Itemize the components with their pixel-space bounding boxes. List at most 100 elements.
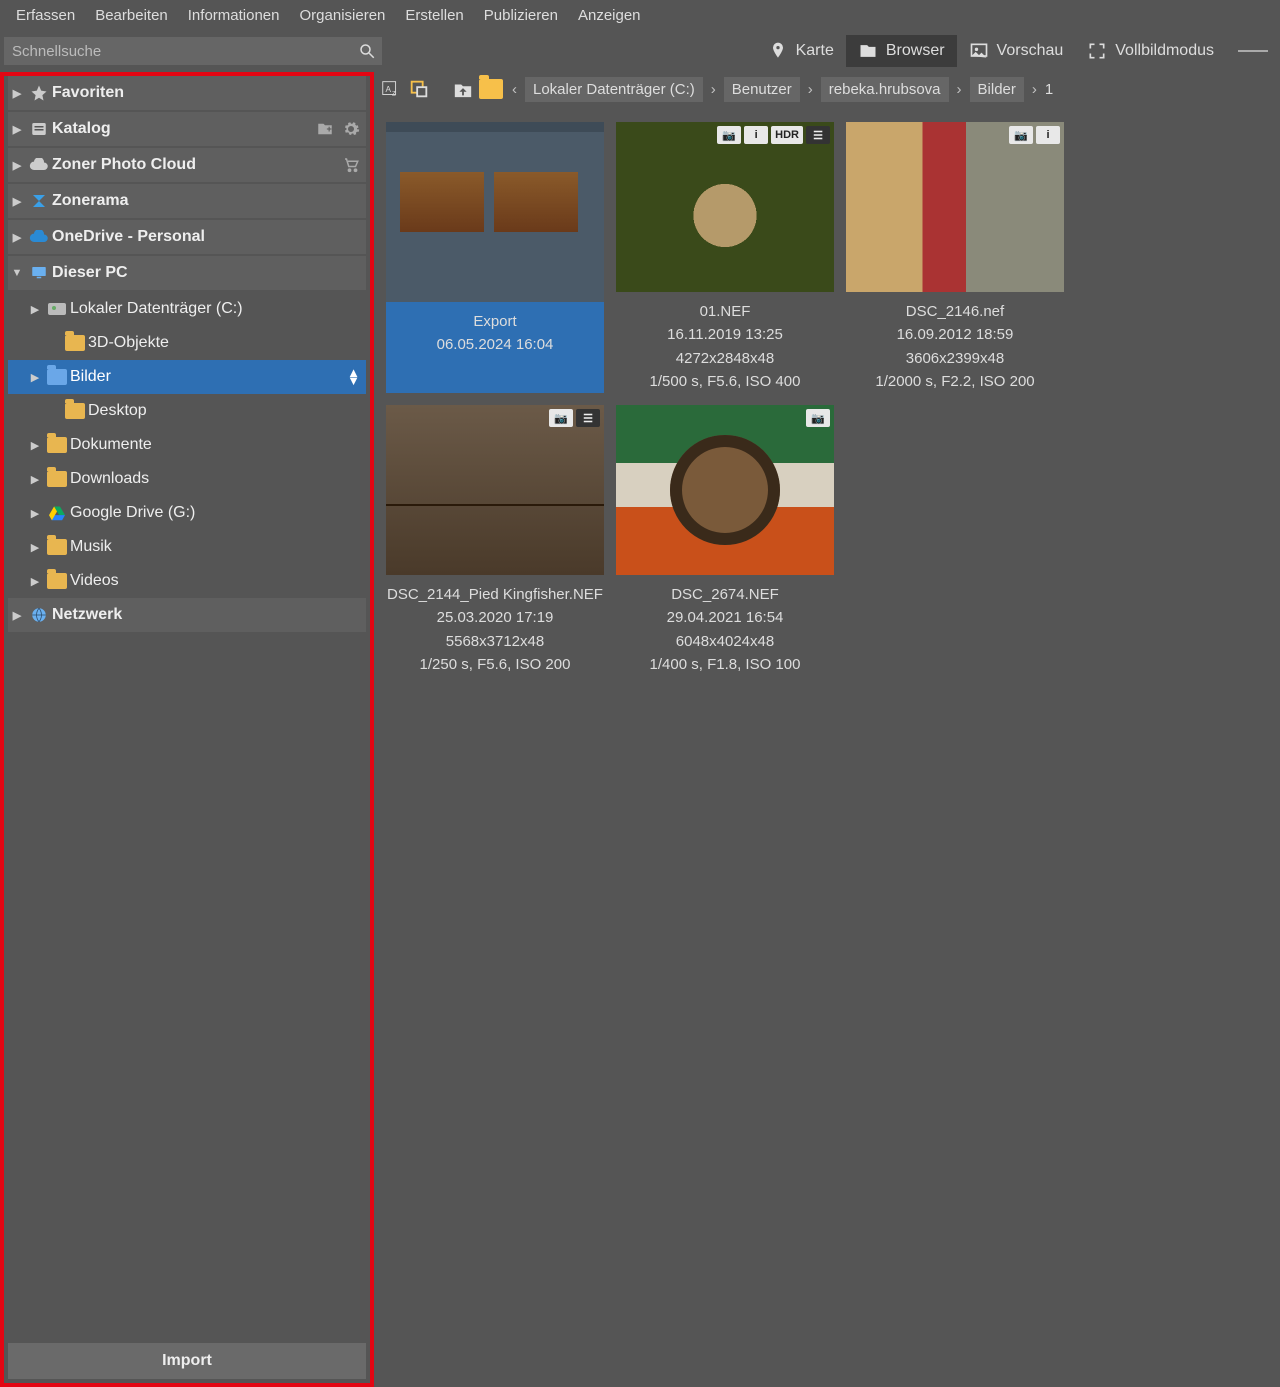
sidebar-item-bilder[interactable]: ▶ Bilder ▲▼ [8, 360, 366, 394]
mode-karte[interactable]: Karte [756, 35, 846, 67]
chevron-down-icon[interactable]: ▼ [8, 267, 26, 279]
content-area: AZ ‹ Lokaler Datenträger (C:) › Benutzer… [374, 72, 1280, 1387]
sidebar-label: Favoriten [52, 84, 360, 102]
camera-badge-icon: 📷 [717, 126, 741, 144]
sidebar-item-musik[interactable]: ▶ Musik [8, 530, 366, 564]
item-dsc-2144[interactable]: 📷 ☰ DSC_2144_Pied Kingfisher.NEF 25.03.2… [386, 405, 604, 676]
breadcrumb-seg-tail[interactable]: 1 [1045, 81, 1053, 98]
sidebar-item-onedrive[interactable]: ▶ OneDrive - Personal [8, 220, 366, 254]
sidebar-label: Musik [70, 538, 360, 556]
sidebar-item-dokumente[interactable]: ▶ Dokumente [8, 428, 366, 462]
breadcrumb-seg-bilder[interactable]: Bilder [970, 77, 1024, 102]
item-caption: DSC_2146.nef 16.09.2012 18:59 3606x2399x… [875, 300, 1034, 393]
item-export-folder[interactable]: Export 06.05.2024 16:04 [386, 122, 604, 393]
item-dsc-2674[interactable]: 📷 DSC_2674.NEF 29.04.2021 16:54 6048x402… [616, 405, 834, 676]
chevron-right-icon[interactable]: ▶ [26, 541, 44, 554]
up-folder-icon[interactable] [450, 76, 476, 102]
menu-bar: Erfassen Bearbeiten Informationen Organi… [0, 0, 1280, 30]
menu-informationen[interactable]: Informationen [178, 3, 290, 28]
breadcrumb-seg-user[interactable]: rebeka.hrubsova [821, 77, 949, 102]
menu-erfassen[interactable]: Erfassen [6, 3, 85, 28]
mode-browser[interactable]: Browser [846, 35, 957, 67]
sidebar-item-desktop[interactable]: Desktop [8, 394, 366, 428]
hdr-badge: HDR [771, 126, 803, 144]
sidebar-item-zoner-cloud[interactable]: ▶ Zoner Photo Cloud [8, 148, 366, 182]
onedrive-icon [26, 230, 52, 244]
svg-text:A: A [386, 85, 392, 94]
chevron-right-icon[interactable]: ▶ [8, 87, 26, 100]
sidebar-label: Desktop [88, 402, 360, 420]
folder-icon [44, 471, 70, 487]
thumbnail: 📷 i HDR ☰ [616, 122, 834, 292]
search-input[interactable] [4, 37, 382, 65]
cloud-icon [26, 158, 52, 172]
camera-badge-icon: 📷 [1009, 126, 1033, 144]
folder-thumb [386, 122, 604, 302]
item-dsc-2146[interactable]: 📷 i DSC_2146.nef 16.09.2012 18:59 3606x2… [846, 122, 1064, 393]
item-caption: DSC_2674.NEF 29.04.2021 16:54 6048x4024x… [650, 583, 801, 676]
sidebar-item-c-drive[interactable]: ▶ Lokaler Datenträger (C:) [8, 292, 366, 326]
svg-text:+: + [327, 124, 332, 134]
sidebar-label: Netzwerk [52, 606, 360, 624]
import-button[interactable]: Import [8, 1343, 366, 1379]
select-icon[interactable] [406, 76, 432, 102]
toolbar-divider [1238, 50, 1268, 52]
sidebar-item-netzwerk[interactable]: ▶ Netzwerk [8, 598, 366, 632]
sidebar-item-katalog[interactable]: ▶ Katalog + [8, 112, 366, 146]
menu-anzeigen[interactable]: Anzeigen [568, 3, 651, 28]
chevron-right-icon[interactable]: ▶ [26, 507, 44, 520]
chevron-right-icon[interactable]: ▶ [26, 303, 44, 316]
sidebar-item-3d-objekte[interactable]: 3D-Objekte [8, 326, 366, 360]
chevron-right-icon[interactable]: ▶ [26, 575, 44, 588]
mode-vorschau-label: Vorschau [997, 42, 1064, 60]
chevron-right-icon[interactable]: ▶ [8, 231, 26, 244]
sidebar-label: Google Drive (G:) [70, 504, 360, 522]
sort-icon[interactable]: ▲▼ [347, 369, 360, 385]
chevron-right-icon[interactable]: ▶ [8, 195, 26, 208]
sidebar-label: Dieser PC [52, 264, 360, 282]
camera-badge-icon: 📷 [549, 409, 573, 427]
menu-publizieren[interactable]: Publizieren [474, 3, 568, 28]
item-01-nef[interactable]: 📷 i HDR ☰ 01.NEF 16.11.2019 13:25 4272x2… [616, 122, 834, 393]
menu-bearbeiten[interactable]: Bearbeiten [85, 3, 178, 28]
sliders-badge-icon: ☰ [576, 409, 600, 427]
breadcrumb-seg-benutzer[interactable]: Benutzer [724, 77, 800, 102]
breadcrumb-seg-c[interactable]: Lokaler Datenträger (C:) [525, 77, 703, 102]
folder-icon [62, 335, 88, 351]
navigator-tree: ▶ Favoriten ▶ Katalog + ▶ Zoner [0, 72, 374, 1343]
sidebar-item-dieser-pc[interactable]: ▼ Dieser PC [8, 256, 366, 290]
chevron-right-icon[interactable]: ▶ [26, 473, 44, 486]
chevron-right-icon[interactable]: ▶ [8, 159, 26, 172]
chevron-right-icon[interactable]: ▶ [8, 123, 26, 136]
sort-az-icon[interactable]: AZ [378, 76, 404, 102]
sidebar: ▶ Favoriten ▶ Katalog + ▶ Zoner [0, 72, 374, 1387]
sidebar-item-favoriten[interactable]: ▶ Favoriten [8, 76, 366, 110]
thumbnail: 📷 i [846, 122, 1064, 292]
search-icon[interactable] [358, 42, 376, 60]
info-badge-icon: i [744, 126, 768, 144]
mode-vollbild[interactable]: Vollbildmodus [1075, 35, 1226, 67]
folder-icon [44, 539, 70, 555]
breadcrumb-sep: › [951, 81, 968, 98]
sidebar-item-downloads[interactable]: ▶ Downloads [8, 462, 366, 496]
sidebar-item-gdrive[interactable]: ▶ Google Drive (G:) [8, 496, 366, 530]
cart-icon[interactable] [342, 156, 360, 174]
sidebar-item-videos[interactable]: ▶ Videos [8, 564, 366, 598]
gear-icon[interactable] [342, 120, 360, 138]
chevron-right-icon[interactable]: ▶ [26, 371, 44, 384]
toolbar: Karte Browser Vorschau Vollbildmodus [0, 30, 1280, 72]
menu-organisieren[interactable]: Organisieren [290, 3, 396, 28]
chevron-right-icon[interactable]: ▶ [8, 609, 26, 622]
mode-vorschau[interactable]: Vorschau [957, 35, 1076, 67]
sidebar-label: Dokumente [70, 436, 360, 454]
menu-erstellen[interactable]: Erstellen [395, 3, 473, 28]
camera-badge-icon: 📷 [806, 409, 830, 427]
sidebar-label: Videos [70, 572, 360, 590]
sidebar-item-zonerama[interactable]: ▶ Zonerama [8, 184, 366, 218]
thumbnail-grid: Export 06.05.2024 16:04 📷 i HDR ☰ [374, 106, 1280, 1387]
folder-icon [478, 76, 504, 102]
folder-icon [62, 403, 88, 419]
chevron-right-icon[interactable]: ▶ [26, 439, 44, 452]
add-folder-icon[interactable]: + [316, 120, 334, 138]
folder-icon [44, 437, 70, 453]
